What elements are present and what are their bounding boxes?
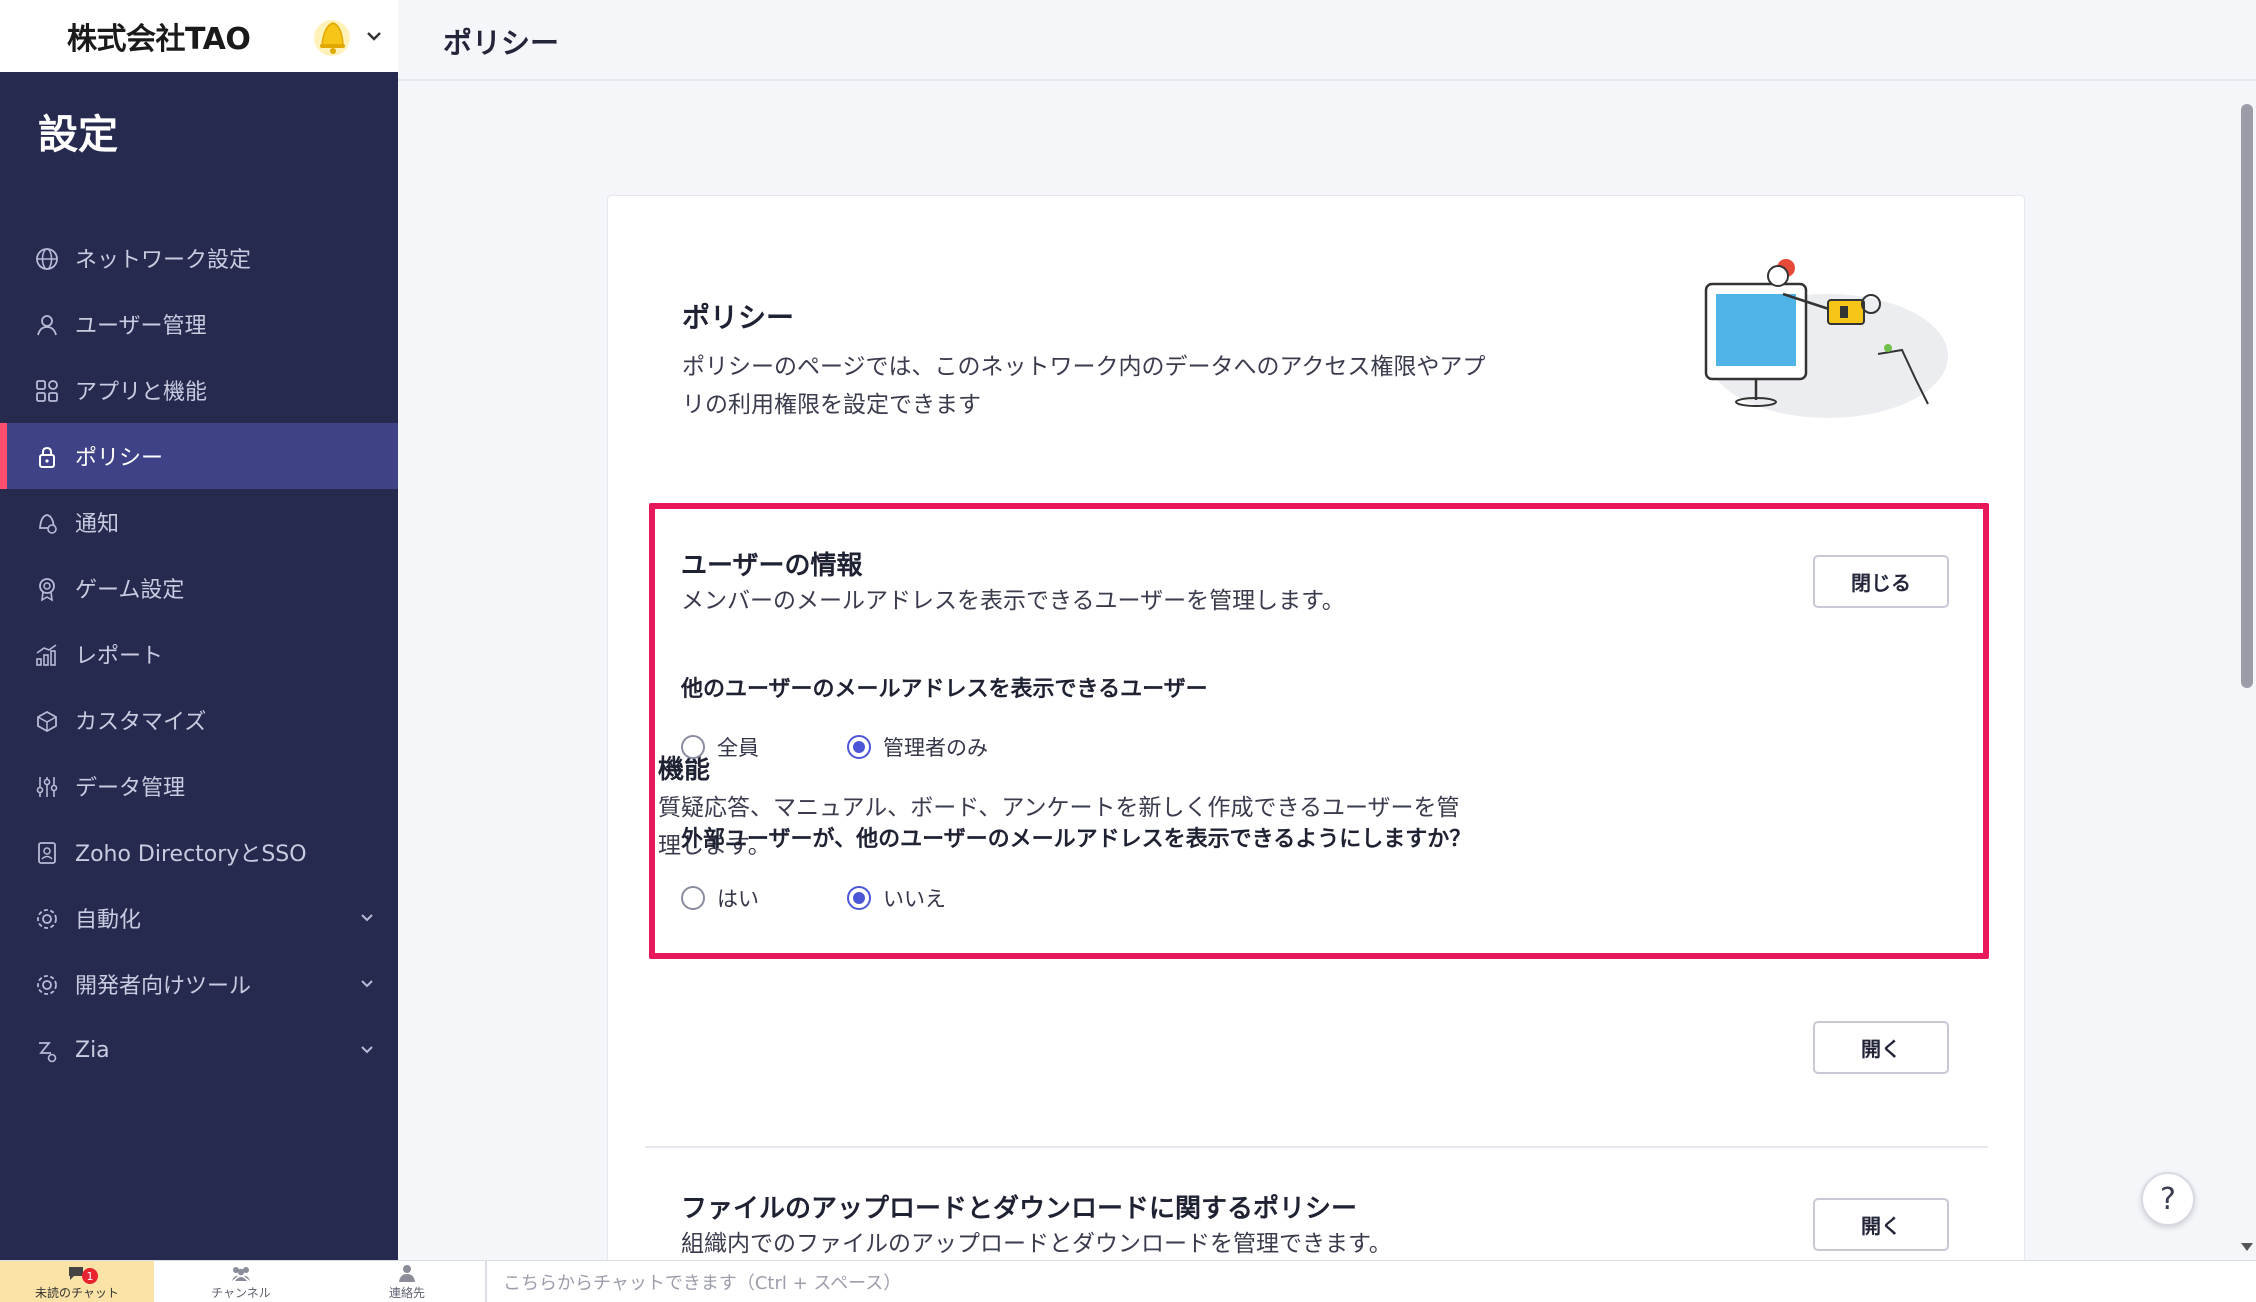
features-open-button[interactable]: 開く xyxy=(1813,1021,1949,1074)
radio-yes[interactable]: はい xyxy=(681,883,759,913)
sidebar-item-label: データ管理 xyxy=(75,776,186,801)
report-icon xyxy=(36,644,57,666)
radio-label: いいえ xyxy=(883,887,946,911)
user-icon xyxy=(37,315,57,336)
user-info-title: ユーザーの情報 xyxy=(681,551,863,581)
sidebar-item-label: Zoho DirectoryとSSO xyxy=(75,842,307,867)
radio-admins-only[interactable]: 管理者のみ xyxy=(847,732,988,762)
zia-icon xyxy=(39,1042,57,1063)
sidebar-item-apps[interactable]: アプリと機能 xyxy=(0,357,398,423)
radio-label: 全員 xyxy=(717,736,759,760)
scroll-down-arrow-icon[interactable] xyxy=(2240,1241,2254,1253)
org-name: 株式会社TAO xyxy=(67,22,251,57)
gear-icon xyxy=(37,975,57,995)
email-visibility-question: 他のユーザーのメールアドレスを表示できるユーザー xyxy=(681,677,1208,702)
globe-icon xyxy=(36,248,58,270)
sidebar: 設定 ネットワーク設定 ユーザー管理 アプリと機能 ポリシー 通知 ゲーム設定 xyxy=(0,72,398,1260)
sidebar-item-developer-tools[interactable]: 開発者向けツール xyxy=(0,951,398,1017)
lock-icon xyxy=(39,446,55,468)
sidebar-item-reports[interactable]: レポート xyxy=(0,621,398,687)
chevron-down-icon[interactable] xyxy=(366,30,382,42)
notification-icon xyxy=(39,514,57,534)
unread-count-badge: 1 xyxy=(82,1268,98,1284)
files-description: 組織内でのファイルのアップロードとダウンロードを管理できます。 xyxy=(681,1231,1392,1257)
radio-button[interactable] xyxy=(681,735,705,759)
sidebar-item-directory-sso[interactable]: Zoho DirectoryとSSO xyxy=(0,819,398,885)
sidebar-item-network[interactable]: ネットワーク設定 xyxy=(0,225,398,291)
chat-input[interactable]: こちらからチャットできます（Ctrl + スペース） xyxy=(485,1261,2256,1302)
sidebar-item-notifications[interactable]: 通知 xyxy=(0,489,398,555)
sidebar-item-label: 自動化 xyxy=(75,908,142,933)
sidebar-item-label: ポリシー xyxy=(75,446,164,471)
radio-button[interactable] xyxy=(847,735,871,759)
chevron-down-icon[interactable] xyxy=(360,913,374,923)
sliders-icon xyxy=(36,777,58,797)
gear-icon xyxy=(37,909,57,929)
sidebar-item-label: カスタマイズ xyxy=(75,710,207,735)
customize-icon xyxy=(37,710,57,733)
sidebar-item-zia[interactable]: Zia xyxy=(0,1017,398,1083)
sidebar-nav: ネットワーク設定 ユーザー管理 アプリと機能 ポリシー 通知 ゲーム設定 レポー… xyxy=(0,225,398,1083)
radio-label: 管理者のみ xyxy=(883,736,988,760)
badge-icon xyxy=(39,578,55,602)
policy-illustration xyxy=(1704,259,1948,418)
radio-button[interactable] xyxy=(681,886,705,910)
radio-button[interactable] xyxy=(847,886,871,910)
sidebar-item-label: 開発者向けツール xyxy=(75,974,252,999)
hero-description-line: リの利用権限を設定できます xyxy=(682,392,981,418)
channels-tab[interactable]: チャンネル xyxy=(164,1261,318,1302)
contact-icon xyxy=(399,1265,415,1282)
chat-bar: 未読のチャット 1 チャンネル 連絡先 こちらからチャットできます（Ctrl +… xyxy=(0,1260,2256,1302)
sidebar-heading: 設定 xyxy=(38,112,118,158)
sidebar-item-customize[interactable]: カスタマイズ xyxy=(0,687,398,753)
sidebar-item-users[interactable]: ユーザー管理 xyxy=(0,291,398,357)
sidebar-item-label: ユーザー管理 xyxy=(75,314,207,339)
contacts-tab[interactable]: 連絡先 xyxy=(330,1261,484,1302)
user-info-description: メンバーのメールアドレスを表示できるユーザーを管理します。 xyxy=(681,588,1345,614)
radio-label: はい xyxy=(717,887,759,911)
sidebar-item-data[interactable]: データ管理 xyxy=(0,753,398,819)
apps-icon xyxy=(36,380,58,402)
hero-title: ポリシー xyxy=(682,301,795,334)
sidebar-item-policy[interactable]: ポリシー xyxy=(0,423,398,489)
sidebar-item-label: Zia xyxy=(75,1037,110,1063)
chevron-down-icon[interactable] xyxy=(360,979,374,989)
sidebar-item-label: レポート xyxy=(75,644,164,669)
chevron-down-icon[interactable] xyxy=(360,1045,374,1055)
hero-description-line: ポリシーのページでは、このネットワーク内のデータへのアクセス権限やアプ xyxy=(682,354,1486,380)
contacts-label: 連絡先 xyxy=(388,1286,425,1300)
radio-everyone[interactable]: 全員 xyxy=(681,732,759,762)
files-title: ファイルのアップロードとダウンロードに関するポリシー xyxy=(681,1194,1358,1224)
close-button[interactable]: 閉じる xyxy=(1813,555,1949,608)
channels-icon xyxy=(232,1267,250,1281)
help-button[interactable]: ? xyxy=(2141,1172,2195,1226)
external-users-question: 外部ユーザーが、他のユーザーのメールアドレスを表示できるようにしますか？ xyxy=(681,827,1472,852)
org-bar: 株式会社TAO xyxy=(0,0,398,72)
unread-chats-tab[interactable]: 未読のチャット 1 xyxy=(0,1261,154,1302)
scrollbar-thumb[interactable] xyxy=(2241,104,2253,688)
channels-label: チャンネル xyxy=(211,1286,271,1300)
sidebar-item-label: アプリと機能 xyxy=(75,380,208,405)
sidebar-item-label: 通知 xyxy=(75,512,120,537)
sidebar-item-game[interactable]: ゲーム設定 xyxy=(0,555,398,621)
bell-icon[interactable] xyxy=(310,14,356,58)
radio-no[interactable]: いいえ xyxy=(847,883,946,913)
directory-icon xyxy=(38,842,56,864)
sidebar-item-label: ネットワーク設定 xyxy=(75,248,252,273)
section-divider xyxy=(645,1146,1988,1148)
page-title: ポリシー xyxy=(443,26,560,60)
page-header: ポリシー xyxy=(398,0,2256,81)
hero-description: ポリシーのページでは、このネットワーク内のデータへのアクセス権限やアプ リの利用… xyxy=(682,348,1542,424)
sidebar-item-automation[interactable]: 自動化 xyxy=(0,885,398,951)
unread-chats-label: 未読のチャット xyxy=(35,1286,119,1300)
files-open-button[interactable]: 開く xyxy=(1813,1198,1949,1251)
sidebar-item-label: ゲーム設定 xyxy=(75,578,185,603)
